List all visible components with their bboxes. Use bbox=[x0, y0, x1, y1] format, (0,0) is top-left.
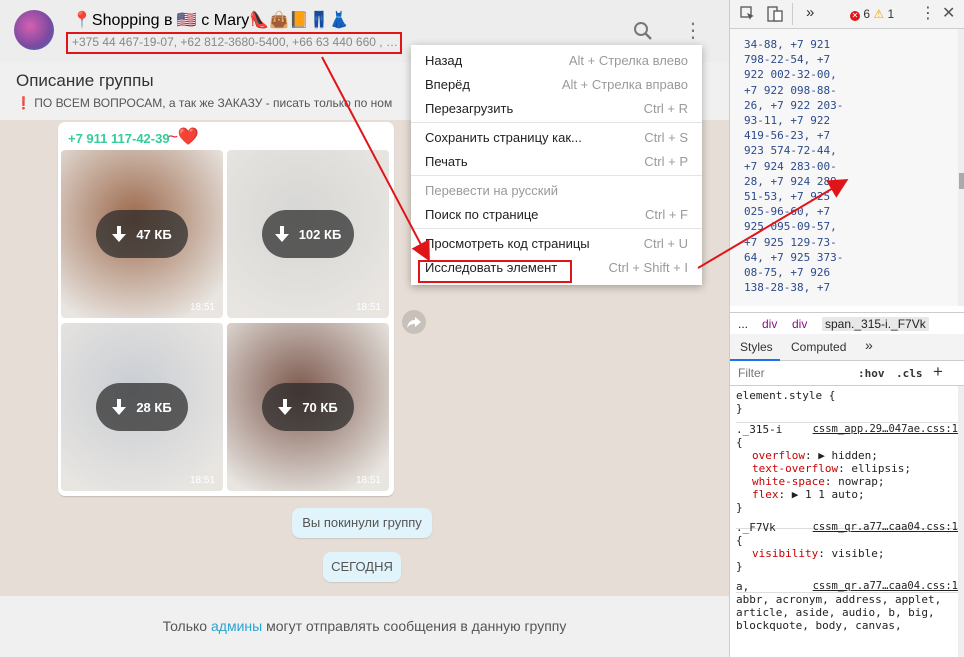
annotation-arrow-menu-to-devtools bbox=[697, 178, 849, 269]
annotation-arrow-members-to-menu bbox=[321, 56, 430, 262]
annotation-arrows bbox=[321, 56, 849, 269]
